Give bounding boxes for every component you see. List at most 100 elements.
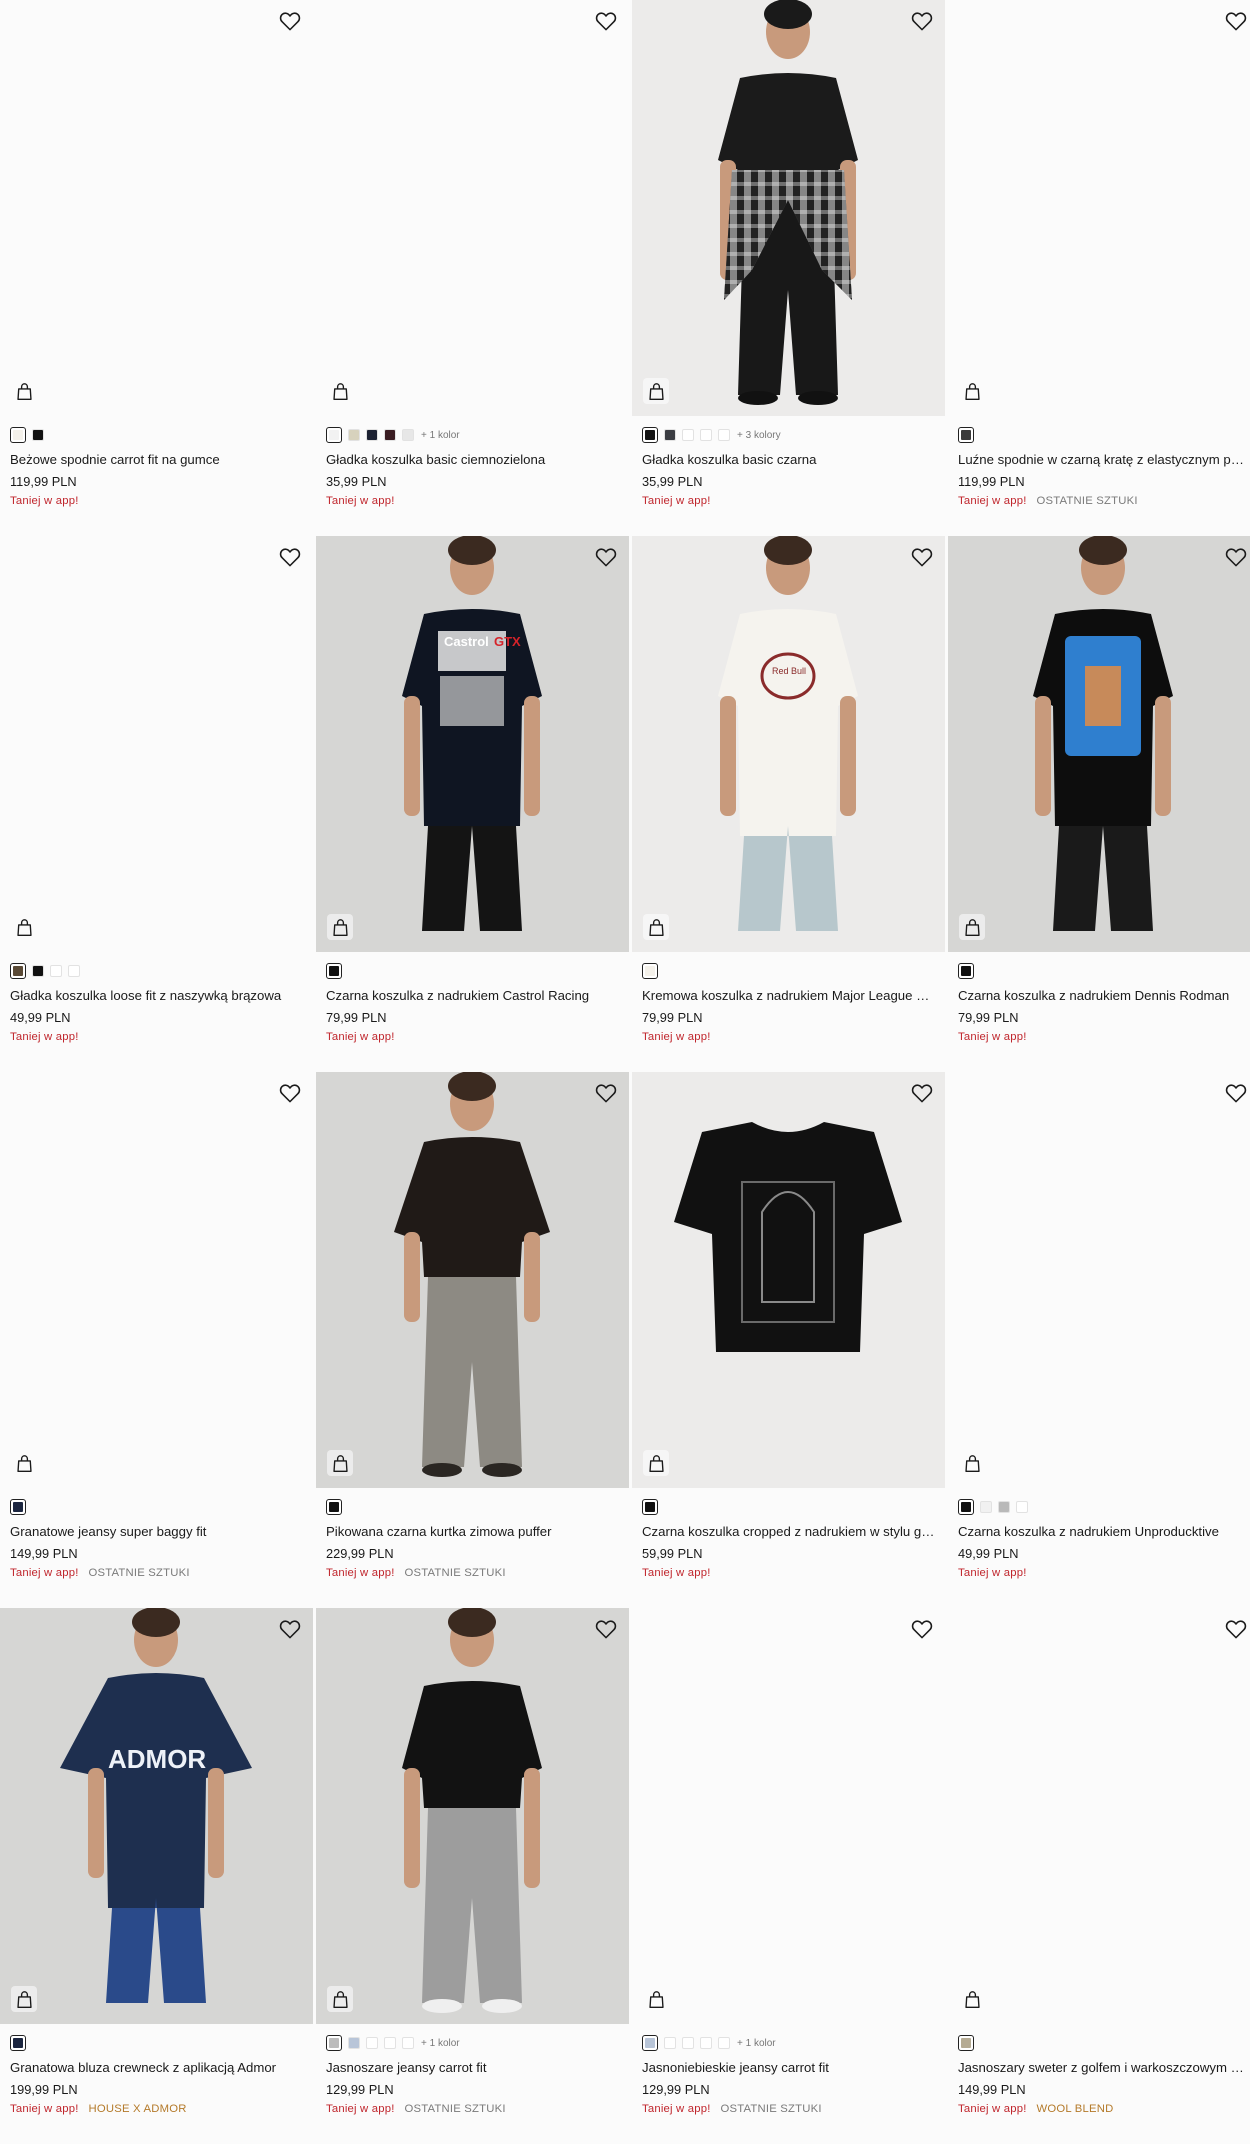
product-image[interactable] (0, 0, 313, 416)
product-name[interactable]: Gładka koszulka loose fit z naszywką brą… (10, 988, 303, 1004)
product-image[interactable] (948, 1608, 1250, 2024)
heart-icon[interactable] (595, 11, 617, 31)
color-swatch[interactable] (664, 2037, 676, 2049)
product-image[interactable] (948, 1072, 1250, 1488)
shopping-bag-icon[interactable] (327, 1450, 353, 1476)
product-name[interactable]: Granatowe jeansy super baggy fit (10, 1524, 303, 1540)
product-card-10[interactable]: Pikowana czarna kurtka zimowa puffer 229… (316, 1072, 629, 1608)
heart-icon[interactable] (911, 1083, 933, 1103)
product-card-13[interactable]: ADMOR Granatowa bluza crewneck z aplikac… (0, 1608, 313, 2144)
product-name[interactable]: Luźne spodnie w czarną kratę z elastyczn… (958, 452, 1249, 468)
shopping-bag-icon[interactable] (11, 914, 37, 940)
shopping-bag-icon[interactable] (959, 378, 985, 404)
product-image[interactable] (948, 536, 1250, 952)
product-card-4[interactable]: Luźne spodnie w czarną kratę z elastyczn… (948, 0, 1250, 536)
product-name[interactable]: Kremowa koszulka z nadrukiem Major Leagu… (642, 988, 935, 1004)
product-image[interactable] (632, 1608, 945, 2024)
product-card-9[interactable]: Granatowe jeansy super baggy fit 149,99 … (0, 1072, 313, 1608)
color-swatch[interactable] (32, 965, 44, 977)
shopping-bag-icon[interactable] (327, 914, 353, 940)
product-image[interactable]: ADMOR (0, 1608, 313, 2024)
product-image[interactable] (948, 0, 1250, 416)
shopping-bag-icon[interactable] (327, 378, 353, 404)
product-card-12[interactable]: Czarna koszulka z nadrukiem Unproducktiv… (948, 1072, 1250, 1608)
product-image[interactable] (0, 1072, 313, 1488)
color-swatch[interactable] (402, 2037, 414, 2049)
shopping-bag-icon[interactable] (643, 914, 669, 940)
color-swatch[interactable] (664, 429, 676, 441)
product-card-11[interactable]: Czarna koszulka cropped z nadrukiem w st… (632, 1072, 945, 1608)
color-swatch[interactable] (384, 2037, 396, 2049)
product-image[interactable] (316, 0, 629, 416)
color-swatch[interactable] (700, 2037, 712, 2049)
color-swatch[interactable] (68, 965, 80, 977)
heart-icon[interactable] (1225, 1083, 1247, 1103)
color-swatch[interactable] (998, 1501, 1010, 1513)
color-swatch[interactable] (326, 1499, 342, 1515)
color-swatch[interactable] (10, 2035, 26, 2051)
color-swatch[interactable] (326, 2035, 342, 2051)
color-swatch[interactable] (980, 1501, 992, 1513)
color-swatch[interactable] (682, 2037, 694, 2049)
product-name[interactable]: Jasnoniebieskie jeansy carrot fit (642, 2060, 935, 2076)
color-swatch[interactable] (10, 1499, 26, 1515)
product-card-5[interactable]: Gładka koszulka loose fit z naszywką brą… (0, 536, 313, 1072)
product-name[interactable]: Gładka koszulka basic czarna (642, 452, 935, 468)
color-swatch[interactable] (718, 2037, 730, 2049)
color-swatch[interactable] (10, 427, 26, 443)
product-name[interactable]: Granatowa bluza crewneck z aplikacją Adm… (10, 2060, 303, 2076)
shopping-bag-icon[interactable] (643, 1986, 669, 2012)
color-swatch[interactable] (1016, 1501, 1028, 1513)
product-card-1[interactable]: Beżowe spodnie carrot fit na gumce 119,9… (0, 0, 313, 536)
color-swatch[interactable] (366, 2037, 378, 2049)
color-swatch[interactable] (10, 963, 26, 979)
product-card-3[interactable]: + 3 kolory Gładka koszulka basic czarna … (632, 0, 945, 536)
heart-icon[interactable] (1225, 11, 1247, 31)
product-card-6[interactable]: Castrol GTX Czarna koszulka z nadrukiem … (316, 536, 629, 1072)
product-name[interactable]: Pikowana czarna kurtka zimowa puffer (326, 1524, 619, 1540)
product-name[interactable]: Jasnoszary sweter z golfem i warkoszczow… (958, 2060, 1249, 2076)
shopping-bag-icon[interactable] (11, 1986, 37, 2012)
color-swatch[interactable] (718, 429, 730, 441)
color-swatch[interactable] (366, 429, 378, 441)
color-swatch[interactable] (958, 963, 974, 979)
heart-icon[interactable] (1225, 547, 1247, 567)
product-name[interactable]: Czarna koszulka cropped z nadrukiem w st… (642, 1524, 935, 1540)
shopping-bag-icon[interactable] (327, 1986, 353, 2012)
color-swatch[interactable] (958, 2035, 974, 2051)
heart-icon[interactable] (595, 1083, 617, 1103)
color-swatch[interactable] (348, 2037, 360, 2049)
heart-icon[interactable] (911, 1619, 933, 1639)
color-swatch[interactable] (642, 427, 658, 443)
product-name[interactable]: Beżowe spodnie carrot fit na gumce (10, 452, 303, 468)
color-swatch[interactable] (326, 963, 342, 979)
product-card-14[interactable]: + 1 kolor Jasnoszare jeansy carrot fit 1… (316, 1608, 629, 2144)
color-swatch[interactable] (50, 965, 62, 977)
color-swatch[interactable] (642, 2035, 658, 2051)
product-name[interactable]: Czarna koszulka z nadrukiem Dennis Rodma… (958, 988, 1249, 1004)
product-card-7[interactable]: Red Bull Kremowa koszulka z nadrukiem Ma… (632, 536, 945, 1072)
product-image[interactable] (316, 1072, 629, 1488)
color-swatch[interactable] (700, 429, 712, 441)
product-image[interactable] (632, 1072, 945, 1488)
product-name[interactable]: Jasnoszare jeansy carrot fit (326, 2060, 619, 2076)
color-swatch[interactable] (682, 429, 694, 441)
color-swatch[interactable] (958, 1499, 974, 1515)
product-image[interactable] (0, 536, 313, 952)
product-image[interactable]: Castrol GTX (316, 536, 629, 952)
product-name[interactable]: Gładka koszulka basic ciemnozielona (326, 452, 619, 468)
color-swatch[interactable] (642, 963, 658, 979)
heart-icon[interactable] (1225, 1619, 1247, 1639)
heart-icon[interactable] (279, 1083, 301, 1103)
shopping-bag-icon[interactable] (643, 1450, 669, 1476)
heart-icon[interactable] (279, 547, 301, 567)
color-swatch[interactable] (642, 1499, 658, 1515)
heart-icon[interactable] (595, 547, 617, 567)
product-card-16[interactable]: Jasnoszary sweter z golfem i warkoszczow… (948, 1608, 1250, 2144)
heart-icon[interactable] (279, 1619, 301, 1639)
heart-icon[interactable] (595, 1619, 617, 1639)
product-card-15[interactable]: + 1 kolor Jasnoniebieskie jeansy carrot … (632, 1608, 945, 2144)
product-image[interactable]: Red Bull (632, 536, 945, 952)
color-swatch[interactable] (402, 429, 414, 441)
product-name[interactable]: Czarna koszulka z nadrukiem Castrol Raci… (326, 988, 619, 1004)
